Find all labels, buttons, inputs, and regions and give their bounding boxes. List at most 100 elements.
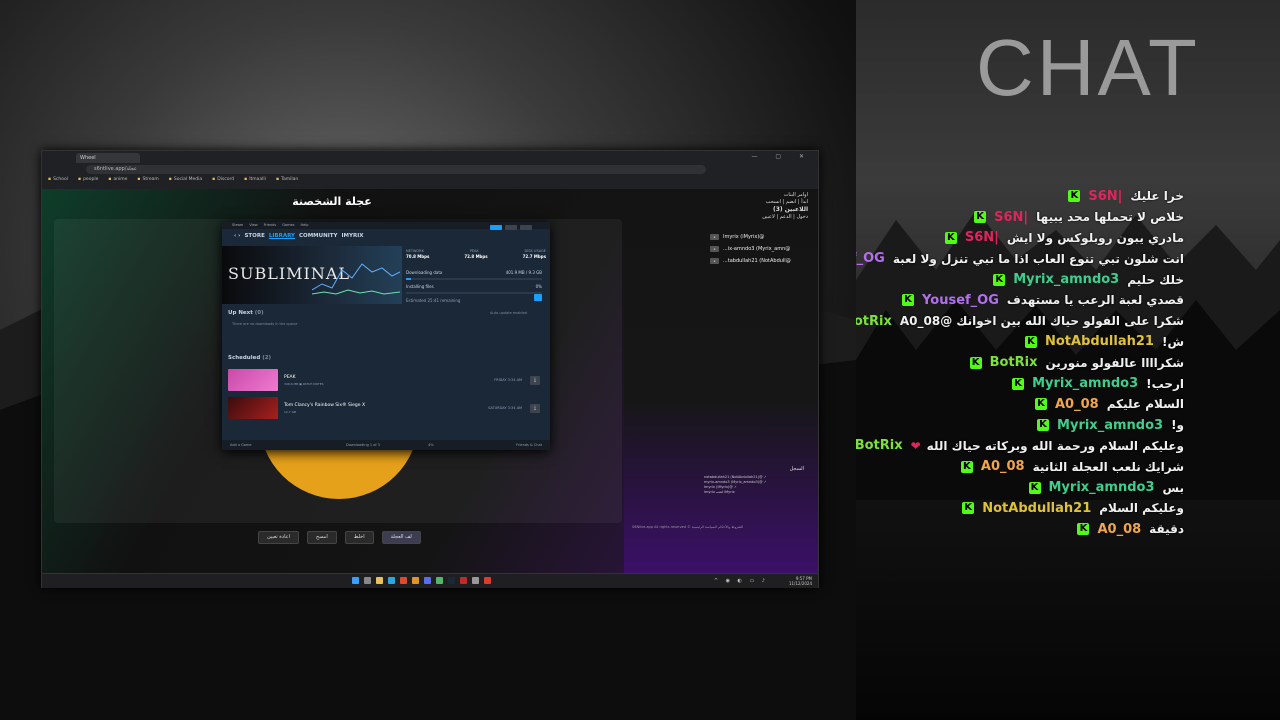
- steam-nav: ‹ › STORE LIBRARY COMMUNITY IMYRIX: [222, 229, 550, 243]
- chat-username[interactable]: Yousef_OG: [922, 293, 999, 308]
- window-controls[interactable]: — ▢ ✕: [751, 153, 812, 160]
- kick-icon: K: [1068, 190, 1081, 203]
- menu-view[interactable]: View: [249, 222, 257, 229]
- chat-username[interactable]: S6N|: [965, 230, 999, 245]
- chat-username[interactable]: BotRix: [856, 438, 903, 453]
- profile-icon[interactable]: [520, 225, 532, 230]
- menu-steam[interactable]: Steam: [232, 222, 243, 229]
- download-icon[interactable]: ⤓: [530, 403, 540, 413]
- chat-message: KBotRix❤وعليكم السلام ورحمة الله وبركاته…: [856, 436, 1184, 457]
- chat-username[interactable]: S6N|: [1088, 189, 1122, 204]
- shuffle-button[interactable]: اخلط: [344, 531, 374, 544]
- player-item[interactable]: x ...ix-amndo3 (Myrix_amn@: [710, 243, 814, 255]
- menu-games[interactable]: Games: [282, 222, 294, 229]
- chat-message: K Yousef_OG قصدي لعبة الرعب يا مستهدف: [856, 290, 1184, 311]
- system-tray[interactable]: ^ ◉ ◐ ▭ ♪: [714, 578, 768, 584]
- bookmark[interactable]: Tamilan: [276, 177, 298, 187]
- footer-download-status[interactable]: Downloading 1 of 3: [346, 440, 380, 450]
- clear-button[interactable]: امسح: [306, 531, 337, 544]
- chat-username[interactable]: A0_08: [1097, 522, 1141, 537]
- game-schedule: FRIDAY 3:34 AM: [494, 378, 522, 382]
- steam-toolbar: [490, 225, 532, 230]
- pause-button[interactable]: [534, 294, 542, 301]
- bookmark[interactable]: people: [78, 177, 98, 187]
- chat-username[interactable]: BotRix: [856, 314, 892, 329]
- players-filter[interactable]: دخول | الدعم | لاعبين: [762, 214, 808, 221]
- chat-username[interactable]: NotAbdullah21: [1045, 334, 1154, 349]
- chat-message: K NotAbdullah21 وعليكم السلام: [856, 498, 1184, 519]
- player-item[interactable]: x ...tabdullah21 (NotAbdull@: [710, 255, 814, 267]
- explorer-icon[interactable]: [376, 577, 383, 584]
- discord-icon[interactable]: [424, 577, 431, 584]
- chat-username[interactable]: BotRix: [990, 355, 1038, 370]
- reset-button[interactable]: اعادة تعيين: [258, 531, 299, 544]
- game-thumbnail: [228, 369, 278, 391]
- menu-friends[interactable]: Friends: [264, 222, 277, 229]
- chat-username[interactable]: Myrix_amndo3: [1013, 272, 1119, 287]
- kick-icon: K: [993, 273, 1006, 286]
- download-icon[interactable]: ⤓: [530, 375, 540, 385]
- chat-text: قصدي لعبة الرعب يا مستهدف: [1006, 293, 1184, 308]
- wheel-controls: اعادة تعيين امسح اخلط لف العجلة: [258, 531, 421, 544]
- kick-icon: K: [969, 356, 982, 369]
- bookmark[interactable]: anime: [108, 177, 127, 187]
- chat-username[interactable]: NotAbdullah21: [982, 501, 1091, 516]
- back-icon[interactable]: ‹ ›: [234, 233, 240, 239]
- scheduled-game[interactable]: Tom Clancy's Rainbow Six® Siege X 12.7 G…: [228, 396, 544, 420]
- steam-icon[interactable]: [448, 577, 455, 584]
- nav-profile[interactable]: IMYRIX: [342, 233, 364, 239]
- chat-text: وعليكم السلام: [1099, 501, 1184, 516]
- log-panel: السجل notabdullah21 (NotAbdullah21)@ ✓ m…: [704, 466, 814, 495]
- chat-text: شرايك نلعب العجلة الثانية: [1032, 459, 1184, 474]
- chat-username[interactable]: S6N|: [994, 210, 1028, 225]
- bookmark[interactable]: School: [48, 177, 68, 187]
- notification-icon[interactable]: [505, 225, 517, 230]
- remove-icon[interactable]: x: [710, 234, 719, 240]
- chat-message: K S6N| خرا عليك: [856, 186, 1184, 207]
- chat-message: K BotRix شكراااا عالفولو منورين: [856, 352, 1184, 373]
- menu-help[interactable]: Help: [300, 222, 308, 229]
- commands-title: اوامر البنات: [783, 192, 808, 198]
- chrome-icon[interactable]: [436, 577, 443, 584]
- bookmark[interactable]: Itmaalli: [244, 177, 266, 187]
- app-icon[interactable]: [472, 577, 479, 584]
- chat-username[interactable]: A0_08: [981, 459, 1025, 474]
- stream-background: Wheel — ▢ ✕ s6ntlive.app/عجلة School peo…: [0, 0, 856, 720]
- download-stats: NETWORK PEAK DISK USAGE 70.8 Mbps 72.8 M…: [406, 249, 546, 259]
- chat-text: ش!: [1161, 334, 1184, 349]
- spin-button[interactable]: لف العجلة: [381, 531, 421, 544]
- chat-username[interactable]: A0_08: [1055, 397, 1099, 412]
- obs-icon[interactable]: [460, 577, 467, 584]
- nav-library[interactable]: LIBRARY: [269, 233, 295, 239]
- url-bar[interactable]: s6ntlive.app/عجلة: [86, 165, 706, 174]
- player-item[interactable]: x Imyrix (iMyrix)@: [710, 231, 814, 243]
- scheduled-header: Scheduled (2): [228, 355, 272, 361]
- browser-tab[interactable]: Wheel: [76, 153, 140, 163]
- start-icon[interactable]: [352, 577, 359, 584]
- bookmark[interactable]: Stream: [137, 177, 158, 187]
- friends-chat-button[interactable]: Friends & Chat: [516, 440, 542, 450]
- search-icon[interactable]: [364, 577, 371, 584]
- edge-icon[interactable]: [388, 577, 395, 584]
- bookmark[interactable]: Discord: [212, 177, 234, 187]
- announce-icon[interactable]: [490, 225, 502, 230]
- remove-icon[interactable]: x: [710, 258, 719, 264]
- nav-store[interactable]: STORE: [244, 233, 264, 239]
- brave-icon[interactable]: [484, 577, 491, 584]
- add-game-button[interactable]: Add a Game: [230, 440, 252, 450]
- app-icon[interactable]: [412, 577, 419, 584]
- chat-username[interactable]: Myrix_amndo3: [1057, 418, 1163, 433]
- app-icon[interactable]: [400, 577, 407, 584]
- chat-text: خرا عليك: [1130, 189, 1184, 204]
- chat-username[interactable]: Yousef_OG: [856, 251, 885, 266]
- bookmark[interactable]: Social Media: [169, 177, 202, 187]
- player-list: x Imyrix (iMyrix)@ x ...ix-amndo3 (Myrix_a…: [710, 231, 814, 267]
- nav-community[interactable]: COMMUNITY: [299, 233, 338, 239]
- chat-username[interactable]: Myrix_amndo3: [1049, 480, 1155, 495]
- remove-icon[interactable]: x: [710, 246, 719, 252]
- chat-username[interactable]: Myrix_amndo3: [1032, 376, 1138, 391]
- chat-message: K Myrix_amndo3 و!: [856, 415, 1184, 436]
- scheduled-game[interactable]: PEAK 346.6 MB ▣ PATCH NOTES FRIDAY 3:34 …: [228, 368, 544, 392]
- taskbar-apps: [352, 577, 491, 584]
- clock[interactable]: 9:57 PM 11/12/2024: [789, 576, 812, 586]
